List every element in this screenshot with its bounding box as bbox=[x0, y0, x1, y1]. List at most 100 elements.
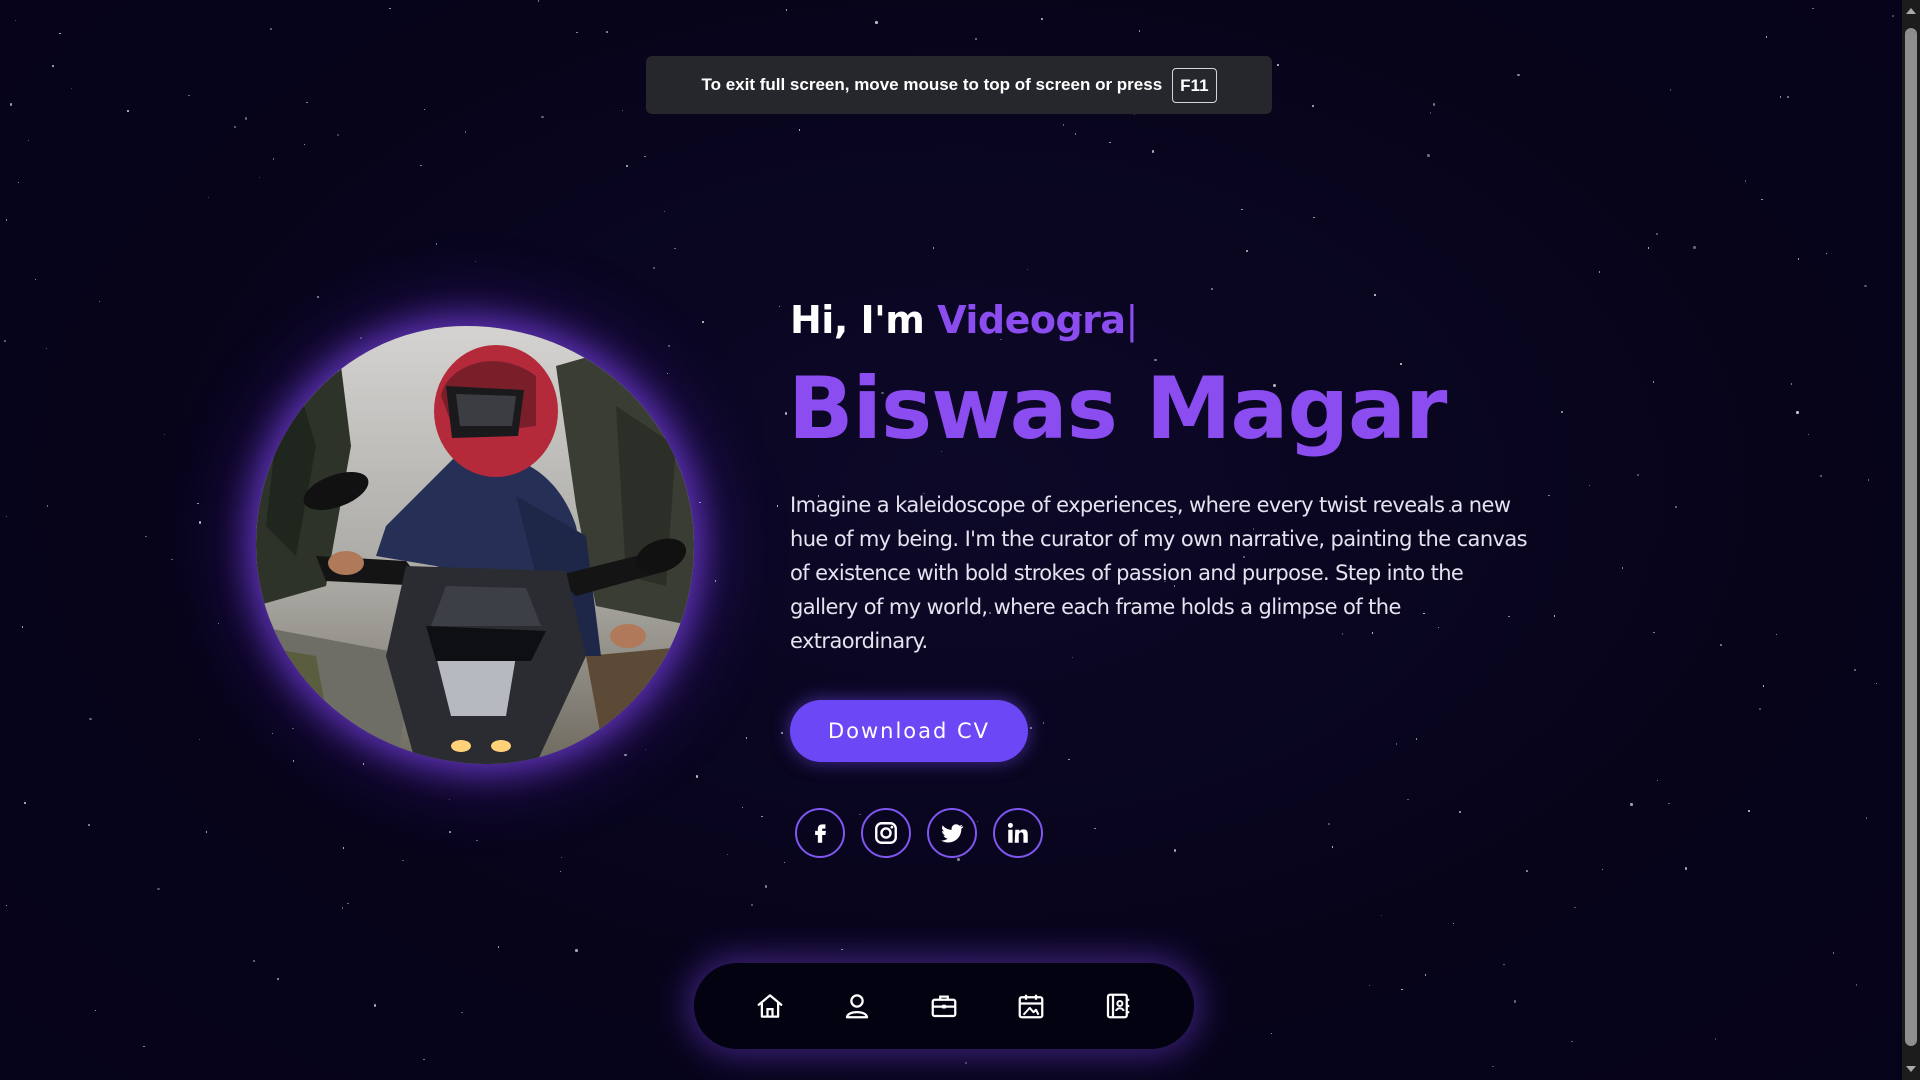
star bbox=[1429, 112, 1432, 114]
star bbox=[360, 337, 362, 339]
star bbox=[1526, 870, 1528, 872]
star bbox=[1825, 252, 1828, 255]
star bbox=[423, 108, 426, 111]
star bbox=[198, 521, 202, 524]
star bbox=[1173, 849, 1176, 852]
greeting-prefix: Hi, I'm bbox=[790, 298, 925, 342]
twitter-icon bbox=[941, 824, 964, 843]
star bbox=[24, 802, 26, 804]
star bbox=[362, 763, 365, 765]
star bbox=[1621, 567, 1624, 569]
star bbox=[932, 247, 934, 249]
star bbox=[1684, 867, 1687, 870]
portfolio-icon bbox=[1018, 994, 1044, 1019]
star bbox=[272, 158, 275, 160]
scroll-down-arrow-icon[interactable] bbox=[1906, 1066, 1916, 1072]
twitter-link[interactable] bbox=[927, 808, 977, 858]
linkedin-link[interactable] bbox=[993, 808, 1043, 858]
star bbox=[197, 502, 199, 504]
star bbox=[461, 1011, 463, 1014]
star bbox=[94, 1009, 97, 1012]
instagram-icon bbox=[875, 822, 897, 844]
instagram-link[interactable] bbox=[861, 808, 911, 858]
star bbox=[341, 907, 344, 909]
social-links bbox=[795, 808, 1043, 858]
star bbox=[292, 760, 295, 762]
star bbox=[5, 904, 8, 907]
star bbox=[1313, 216, 1315, 218]
star bbox=[652, 266, 656, 269]
star bbox=[1041, 18, 1043, 20]
hero-greeting: Hi, I'm Videogra| bbox=[790, 298, 1138, 342]
star bbox=[957, 858, 960, 861]
star bbox=[644, 155, 646, 157]
star bbox=[1492, 1065, 1494, 1068]
nav-services[interactable] bbox=[928, 990, 960, 1022]
star bbox=[576, 31, 578, 34]
star bbox=[1401, 988, 1403, 991]
star bbox=[402, 859, 404, 862]
star bbox=[1720, 644, 1722, 646]
briefcase-icon bbox=[931, 995, 957, 1018]
star bbox=[1427, 154, 1430, 157]
star bbox=[1109, 141, 1111, 144]
star bbox=[1553, 615, 1556, 617]
star bbox=[70, 87, 73, 90]
star bbox=[145, 535, 147, 538]
star bbox=[474, 260, 477, 263]
star bbox=[1656, 233, 1658, 235]
star bbox=[1832, 952, 1835, 954]
star bbox=[1637, 474, 1639, 476]
star bbox=[1656, 779, 1659, 782]
star bbox=[714, 580, 717, 582]
star bbox=[292, 727, 294, 730]
star bbox=[143, 1045, 145, 1048]
star bbox=[1328, 823, 1330, 825]
facebook-link[interactable] bbox=[795, 808, 845, 858]
star bbox=[59, 32, 61, 35]
download-cv-button[interactable]: Download CV bbox=[790, 700, 1028, 762]
star bbox=[624, 753, 627, 757]
scrollbar-thumb[interactable] bbox=[1905, 28, 1917, 1046]
star bbox=[306, 101, 308, 104]
nav-portfolio[interactable] bbox=[1015, 990, 1047, 1022]
star bbox=[621, 109, 624, 112]
star bbox=[1574, 906, 1576, 908]
star bbox=[435, 243, 438, 245]
bottom-navigation bbox=[694, 963, 1194, 1049]
star bbox=[271, 732, 274, 735]
nav-about[interactable] bbox=[841, 990, 873, 1022]
star bbox=[45, 347, 48, 350]
star bbox=[1517, 73, 1520, 76]
fullscreen-exit-toast: To exit full screen, move mouse to top o… bbox=[646, 56, 1272, 114]
typed-role-text: Videogra bbox=[937, 298, 1126, 342]
star bbox=[1865, 817, 1868, 819]
star bbox=[761, 815, 763, 818]
star bbox=[1675, 506, 1677, 508]
star bbox=[1026, 268, 1029, 270]
profile-photo bbox=[256, 326, 694, 764]
star bbox=[342, 847, 345, 849]
star bbox=[1765, 36, 1768, 38]
star bbox=[741, 806, 744, 809]
star bbox=[21, 626, 24, 628]
linkedin-icon bbox=[1007, 822, 1028, 843]
vertical-scrollbar[interactable] bbox=[1902, 0, 1920, 1080]
nav-contact[interactable] bbox=[1102, 990, 1134, 1022]
star bbox=[875, 21, 878, 24]
star bbox=[1867, 479, 1870, 481]
star bbox=[1875, 682, 1878, 685]
star bbox=[1503, 963, 1505, 965]
star bbox=[127, 110, 129, 112]
star bbox=[270, 28, 272, 30]
star bbox=[1424, 974, 1427, 976]
star bbox=[1042, 722, 1045, 724]
star bbox=[1693, 246, 1696, 249]
star bbox=[34, 278, 37, 281]
star bbox=[46, 505, 48, 507]
scroll-up-arrow-icon[interactable] bbox=[1906, 8, 1916, 14]
nav-home[interactable] bbox=[754, 990, 786, 1022]
hero-name: Biswas Magar bbox=[788, 359, 1447, 459]
star bbox=[745, 737, 748, 739]
star bbox=[1855, 984, 1858, 986]
